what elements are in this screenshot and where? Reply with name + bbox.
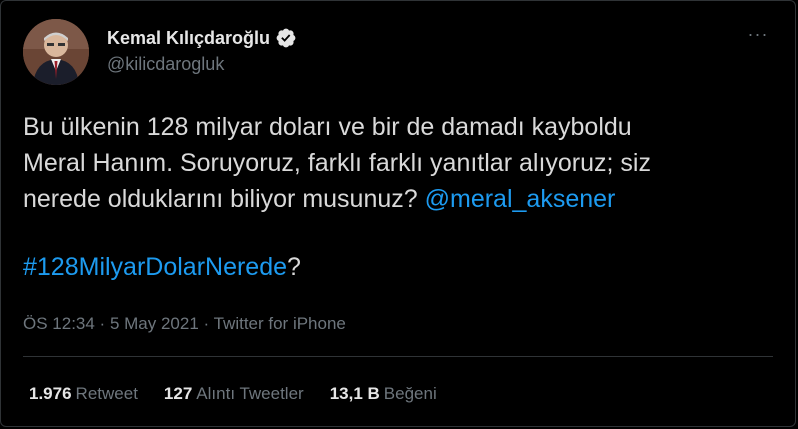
- mention-link[interactable]: @meral_aksener: [425, 185, 616, 213]
- divider: [23, 356, 773, 357]
- stat-label: Retweet: [75, 384, 138, 403]
- tweet-text: Bu ülkenin 128 milyar doları ve bir de d…: [23, 109, 763, 285]
- stat-label: Alıntı Tweetler: [196, 384, 304, 403]
- tweet-text-line-3-body: nerede olduklarını biliyor musunuz?: [23, 185, 425, 213]
- retweet-count[interactable]: 1.976 Retweet: [29, 384, 138, 404]
- more-horizontal-icon: ···: [747, 23, 769, 44]
- tweet-text-line-4: #128MilyarDolarNerede?: [23, 249, 763, 285]
- author-handle[interactable]: @kilicdarogluk: [107, 54, 297, 75]
- author-info: Kemal Kılıçdaroğlu @kilicdarogluk: [107, 25, 297, 75]
- author-display-name[interactable]: Kemal Kılıçdaroğlu: [107, 28, 270, 49]
- tweet-time[interactable]: ÖS 12:34: [23, 314, 95, 333]
- tweet-stats: 1.976 Retweet 127 Alıntı Tweetler 13,1 B Be…: [29, 384, 463, 404]
- more-options-button[interactable]: ···: [743, 19, 773, 49]
- tweet-source[interactable]: Twitter for iPhone: [214, 314, 346, 333]
- stat-value: 127: [163, 384, 193, 403]
- tweet-date[interactable]: 5 May 2021: [110, 314, 199, 333]
- avatar-photo: [23, 19, 89, 85]
- hashtag-suffix: ?: [287, 253, 301, 281]
- tweet-card: Kemal Kılıçdaroğlu @kilicdarogluk ··· Bu…: [0, 0, 796, 427]
- author-name-row: Kemal Kılıçdaroğlu: [107, 25, 297, 51]
- quote-tweet-count[interactable]: 127 Alıntı Tweetler: [164, 384, 304, 404]
- hashtag-link[interactable]: #128MilyarDolarNerede: [23, 253, 287, 281]
- tweet-meta: ÖS 12:34 · 5 May 2021 · Twitter for iPho…: [23, 314, 346, 334]
- tweet-text-line-3: nerede olduklarını biliyor musunuz? @mer…: [23, 181, 763, 217]
- verified-badge-icon: [276, 28, 296, 48]
- meta-separator: ·: [94, 314, 110, 333]
- stat-label: Beğeni: [383, 384, 437, 403]
- stat-value: 1.976: [29, 384, 72, 403]
- meta-separator: ·: [198, 314, 214, 333]
- avatar[interactable]: [23, 19, 89, 85]
- tweet-text-line-1: Bu ülkenin 128 milyar doları ve bir de d…: [23, 113, 632, 141]
- like-count[interactable]: 13,1 B Beğeni: [330, 384, 437, 404]
- stat-value: 13,1 B: [329, 384, 380, 403]
- tweet-header: Kemal Kılıçdaroğlu @kilicdarogluk ···: [23, 19, 775, 85]
- tweet-text-line-2: Meral Hanım. Soruyoruz, farklı farklı ya…: [23, 149, 651, 177]
